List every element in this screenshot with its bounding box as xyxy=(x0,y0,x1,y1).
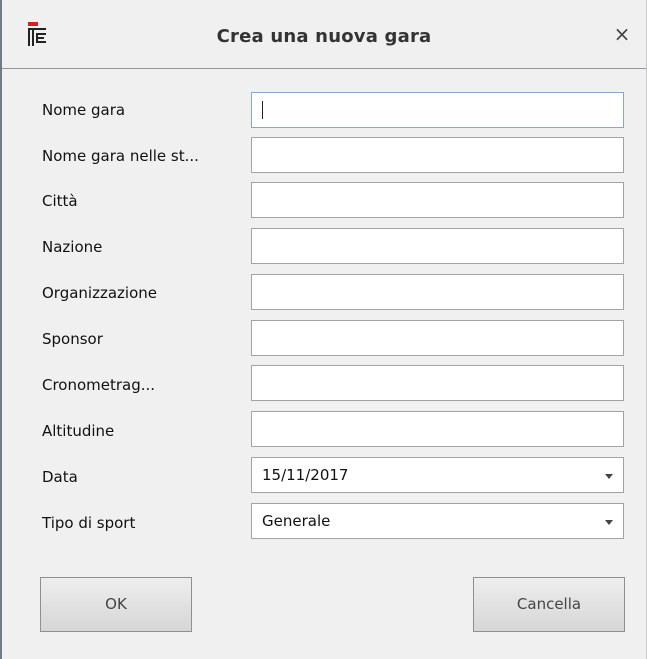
date-value: 15/11/2017 xyxy=(262,466,349,484)
organizzazione-input[interactable] xyxy=(252,275,623,309)
dialog-title: Crea una nuova gara xyxy=(216,26,432,47)
nome-gara-field[interactable] xyxy=(251,92,624,128)
altitudine-field[interactable] xyxy=(251,411,624,447)
nome-gara-input[interactable] xyxy=(252,93,623,127)
close-icon[interactable]: × xyxy=(612,24,632,44)
ok-button[interactable]: OK xyxy=(40,577,192,632)
sponsor-input[interactable] xyxy=(252,321,623,355)
organizzazione-field[interactable] xyxy=(251,274,624,310)
dialog-window: Crea una nuova gara × Nome gara Nome gar… xyxy=(0,0,647,659)
label-data: Data xyxy=(42,468,78,486)
sport-type-select[interactable]: Generale xyxy=(251,503,624,539)
date-picker[interactable]: 15/11/2017 xyxy=(251,457,624,493)
citta-field[interactable] xyxy=(251,182,624,218)
label-cronometraggio: Cronometrag... xyxy=(42,376,156,394)
label-nome-gara: Nome gara xyxy=(42,101,126,119)
cancel-button[interactable]: Cancella xyxy=(473,577,625,632)
label-altitudine: Altitudine xyxy=(42,422,115,440)
label-nazione: Nazione xyxy=(42,238,103,256)
label-citta: Città xyxy=(42,192,78,210)
text-caret xyxy=(262,101,263,119)
label-tipo-sport: Tipo di sport xyxy=(42,514,136,532)
cronometraggio-field[interactable] xyxy=(251,365,624,401)
cronometraggio-input[interactable] xyxy=(252,366,623,400)
label-nome-gara-stampe: Nome gara nelle st... xyxy=(42,147,199,165)
sponsor-field[interactable] xyxy=(251,320,624,356)
nazione-input[interactable] xyxy=(252,229,623,263)
nome-gara-stampe-input[interactable] xyxy=(252,138,623,172)
sport-type-value: Generale xyxy=(262,512,331,530)
citta-input[interactable] xyxy=(252,183,623,217)
nome-gara-stampe-field[interactable] xyxy=(251,137,624,173)
chevron-down-icon[interactable] xyxy=(605,520,613,525)
title-bar[interactable]: Crea una nuova gara × xyxy=(2,0,646,69)
label-organizzazione: Organizzazione xyxy=(42,284,157,302)
chevron-down-icon[interactable] xyxy=(605,474,613,479)
altitudine-input[interactable] xyxy=(252,412,623,446)
label-sponsor: Sponsor xyxy=(42,330,103,348)
nazione-field[interactable] xyxy=(251,228,624,264)
